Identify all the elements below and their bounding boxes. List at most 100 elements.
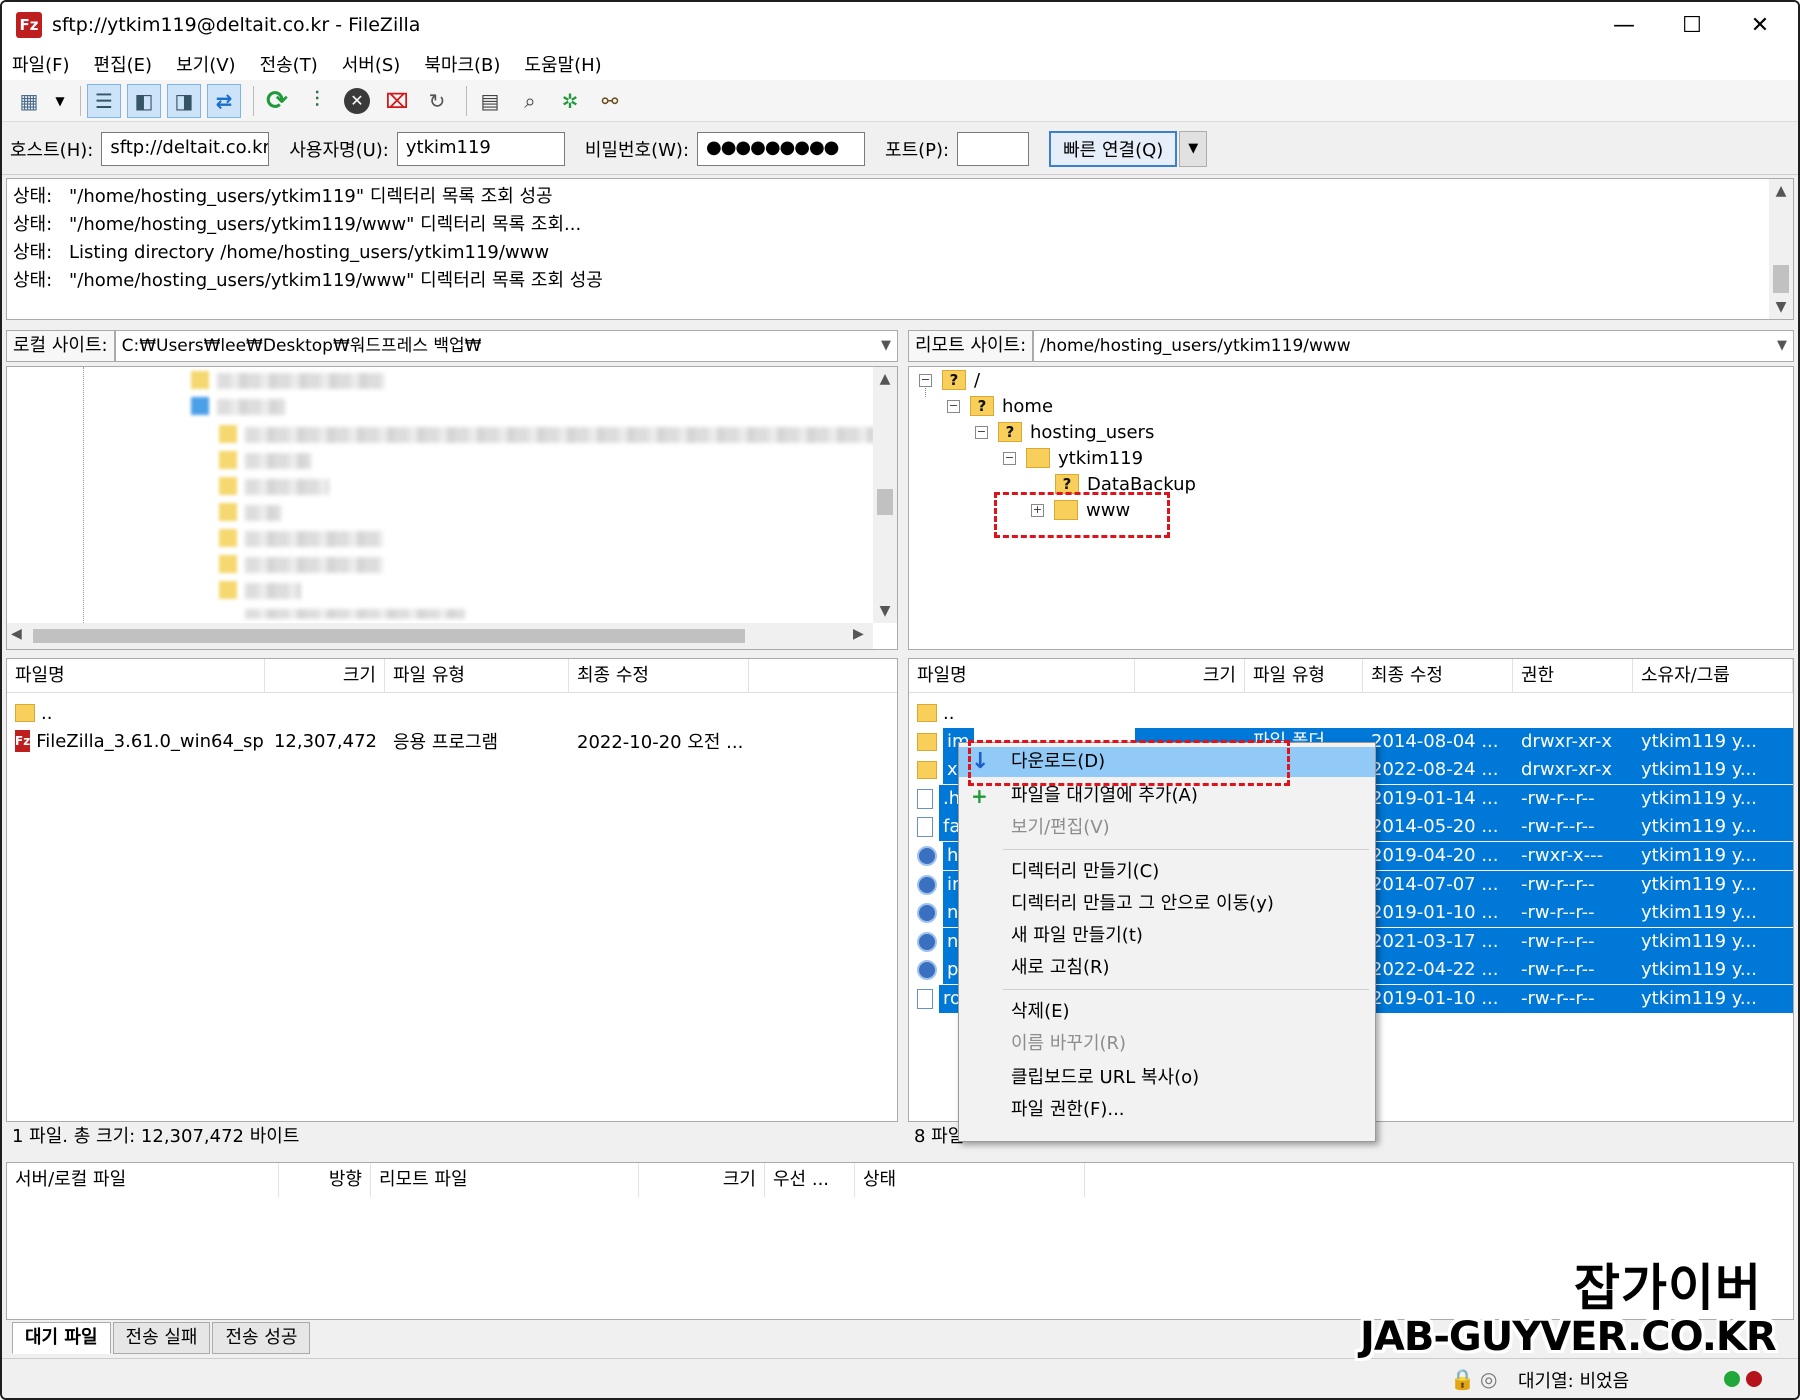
toggle-queue-icon[interactable]: ⇄ xyxy=(207,83,241,118)
local-directory-tree[interactable]: ▲ ▼ ◀ ▶ xyxy=(6,366,898,650)
process-queue-icon[interactable]: ⫶ xyxy=(300,84,334,118)
menu-server[interactable]: 서버(S) xyxy=(342,51,401,77)
scroll-up-icon[interactable]: ▲ xyxy=(873,367,897,391)
toggle-local-tree-icon[interactable]: ◧ xyxy=(127,83,161,118)
scroll-thumb[interactable] xyxy=(33,629,745,643)
column-queue-size[interactable]: 크기 xyxy=(639,1163,765,1197)
unknown-folder-icon: ? xyxy=(942,370,966,390)
chevron-down-icon[interactable]: ▼ xyxy=(881,331,891,361)
column-direction[interactable]: 방향 xyxy=(279,1163,371,1197)
column-filename[interactable]: 파일명 xyxy=(7,659,265,693)
file-name: .. xyxy=(943,702,955,724)
menu-transfer[interactable]: 전송(T) xyxy=(260,51,318,77)
site-manager-icon[interactable]: ▦ xyxy=(12,84,46,118)
local-tree-scrollbar[interactable]: ▲ ▼ xyxy=(873,367,897,623)
local-file-list[interactable]: 파일명 크기 파일 유형 최종 수정 .. Fz FileZilla_3.61.0… xyxy=(6,658,898,1122)
minimize-button[interactable]: — xyxy=(1590,2,1658,48)
menu-view[interactable]: 보기(V) xyxy=(176,51,235,77)
local-tree-hscrollbar[interactable]: ◀ ▶ xyxy=(7,623,873,649)
menu-item-rename[interactable]: 이름 바꾸기(R) xyxy=(959,1029,1375,1059)
column-type[interactable]: 파일 유형 xyxy=(1245,659,1363,693)
collapse-icon[interactable]: − xyxy=(947,399,960,413)
scroll-left-icon[interactable]: ◀ xyxy=(11,626,22,642)
column-queue-status[interactable]: 상태 xyxy=(855,1163,1085,1197)
column-modified[interactable]: 최종 수정 xyxy=(1363,659,1513,693)
transfer-queue[interactable]: 서버/로컬 파일 방향 리모트 파일 크기 우선 ... 상태 xyxy=(6,1162,1794,1320)
scroll-right-icon[interactable]: ▶ xyxy=(853,626,864,642)
collapse-icon[interactable]: − xyxy=(1003,451,1016,465)
search-files-icon[interactable]: ⌕ xyxy=(513,84,547,118)
tab-successful-transfers[interactable]: 전송 성공 xyxy=(212,1322,311,1354)
scroll-down-icon[interactable]: ▼ xyxy=(873,599,897,623)
password-input[interactable]: ●●●●●●●●● xyxy=(697,131,866,166)
column-size[interactable]: 크기 xyxy=(265,659,385,693)
chevron-down-icon[interactable]: ▼ xyxy=(1777,331,1787,361)
directory-listing-filter-icon[interactable]: ▤ xyxy=(473,84,507,118)
tree-node-hosting-users[interactable]: −? hosting_users xyxy=(975,419,1154,445)
menu-item-create-file[interactable]: 새 파일 만들기(t) xyxy=(959,921,1375,951)
tree-node-root[interactable]: −? / xyxy=(919,367,980,393)
file-icon xyxy=(917,989,933,1009)
menu-bookmarks[interactable]: 북마크(B) xyxy=(424,51,500,77)
password-label: 비밀번호(W): xyxy=(584,139,690,161)
log-scrollbar[interactable]: ▲ ▼ xyxy=(1769,179,1793,319)
speed-limit-icon[interactable]: ◎ xyxy=(1480,1367,1497,1391)
menu-file[interactable]: 파일(F) xyxy=(12,51,70,77)
collapse-icon[interactable]: − xyxy=(975,425,988,439)
column-priority[interactable]: 우선 ... xyxy=(765,1163,855,1197)
menu-help[interactable]: 도움말(H) xyxy=(524,51,601,77)
port-input[interactable] xyxy=(957,131,1030,166)
column-size[interactable]: 크기 xyxy=(1135,659,1245,693)
log-text: Listing directory /home/hosting_users/yt… xyxy=(69,242,550,263)
menu-item-label: 클립보드로 URL 복사(o) xyxy=(1011,1067,1200,1088)
collapse-icon[interactable]: − xyxy=(919,373,932,387)
column-remote-file[interactable]: 리모트 파일 xyxy=(371,1163,639,1197)
toggle-remote-tree-icon[interactable]: ◨ xyxy=(167,83,201,118)
local-path-input[interactable]: C:₩Users₩lee₩Desktop₩워드프레스 백업₩ ▼ xyxy=(114,330,898,362)
disconnect-icon[interactable]: ⌧ xyxy=(380,84,414,118)
toggle-log-icon[interactable]: ☰ xyxy=(87,83,121,118)
cancel-operation-icon[interactable]: ✕ xyxy=(340,84,374,118)
column-server-local-file[interactable]: 서버/로컬 파일 xyxy=(7,1163,279,1197)
tab-queued-files[interactable]: 대기 파일 xyxy=(12,1322,111,1354)
menu-item-file-permissions[interactable]: 파일 권한(F)... xyxy=(959,1095,1375,1125)
tree-node-home[interactable]: −? home xyxy=(947,393,1053,419)
column-permissions[interactable]: 권한 xyxy=(1513,659,1633,693)
scroll-down-icon[interactable]: ▼ xyxy=(1769,295,1793,319)
blurred-folder-icon xyxy=(219,555,237,573)
quickconnect-dropdown-icon[interactable]: ▼ xyxy=(1179,130,1208,167)
tree-node-ytkim119[interactable]: − ytkim119 xyxy=(1003,445,1143,471)
maximize-button[interactable]: ☐ xyxy=(1658,2,1726,48)
column-type[interactable]: 파일 유형 xyxy=(385,659,569,693)
column-modified[interactable]: 최종 수정 xyxy=(569,659,749,693)
table-row[interactable]: .. xyxy=(909,699,1793,727)
scroll-thumb[interactable] xyxy=(877,489,893,515)
quickconnect-button[interactable]: 빠른 연결(Q) xyxy=(1049,130,1178,167)
username-input[interactable]: ytkim119 xyxy=(396,131,565,166)
remote-path-input[interactable]: /home/hosting_users/ytkim119/www ▼ xyxy=(1033,330,1794,362)
synchronized-browsing-icon[interactable]: ✲ xyxy=(553,84,587,118)
scroll-up-icon[interactable]: ▲ xyxy=(1769,179,1793,203)
binoculars-icon[interactable]: ⚯ xyxy=(593,84,627,118)
file-owner: ytkim119 y... xyxy=(1641,930,1757,952)
menu-item-copy-url[interactable]: 클립보드로 URL 복사(o) xyxy=(959,1063,1375,1093)
scroll-thumb[interactable] xyxy=(1773,265,1789,293)
menu-item-view-edit[interactable]: 보기/편집(V) xyxy=(959,813,1375,843)
tab-failed-transfers[interactable]: 전송 실패 xyxy=(112,1322,211,1354)
host-input[interactable]: sftp://deltait.co.kr xyxy=(101,131,270,166)
menu-edit[interactable]: 편집(E) xyxy=(94,51,153,77)
menu-item-delete[interactable]: 삭제(E) xyxy=(959,997,1375,1027)
menu-item-create-and-enter-directory[interactable]: 디렉터리 만들고 그 안으로 이동(y) xyxy=(959,889,1375,919)
unknown-folder-icon: ? xyxy=(1055,474,1079,494)
column-owner[interactable]: 소유자/그룹 xyxy=(1633,659,1793,693)
site-manager-dropdown-icon[interactable]: ▼ xyxy=(52,84,68,118)
table-row[interactable]: .. xyxy=(7,699,897,727)
reconnect-icon[interactable]: ↻ xyxy=(420,84,454,118)
menu-item-create-directory[interactable]: 디렉터리 만들기(C) xyxy=(959,857,1375,887)
refresh-icon[interactable]: ⟳ xyxy=(260,84,294,118)
column-filename[interactable]: 파일명 xyxy=(909,659,1135,693)
table-row[interactable]: Fz FileZilla_3.61.0_win64_sp... 12,307,47… xyxy=(7,727,897,755)
close-button[interactable]: ✕ xyxy=(1726,2,1794,48)
menu-item-label: 이름 바꾸기(R) xyxy=(1011,1033,1127,1054)
menu-item-refresh[interactable]: 새로 고침(R) xyxy=(959,953,1375,983)
